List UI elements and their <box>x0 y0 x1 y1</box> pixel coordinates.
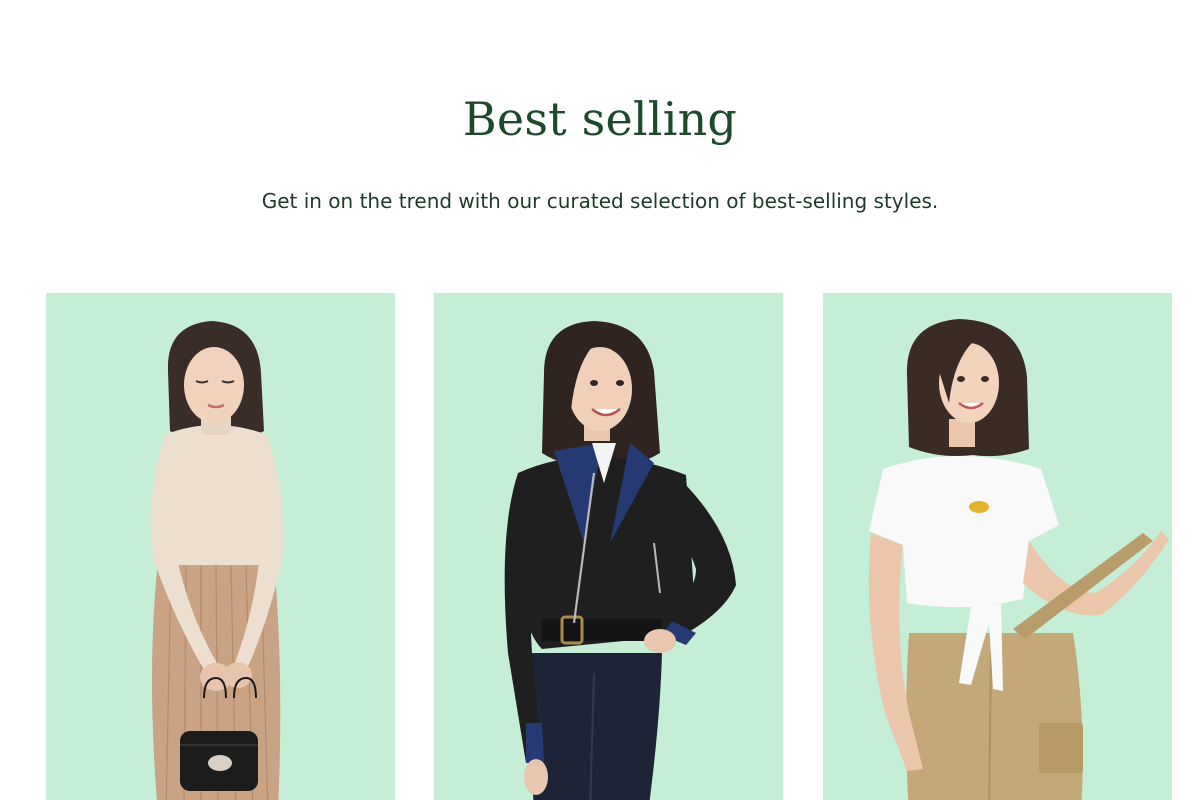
product-image-2[interactable] <box>434 293 783 800</box>
section-title: Best selling <box>462 92 738 146</box>
product-card-2[interactable] <box>434 293 783 800</box>
product-image-3[interactable] <box>823 293 1172 800</box>
product-image-1[interactable] <box>46 293 395 800</box>
product-card-1[interactable] <box>46 293 395 800</box>
best-selling-section: Best selling Get in on the trend with ou… <box>0 0 1200 800</box>
section-subtitle: Get in on the trend with our curated sel… <box>261 189 939 213</box>
product-card-3[interactable] <box>823 293 1172 800</box>
